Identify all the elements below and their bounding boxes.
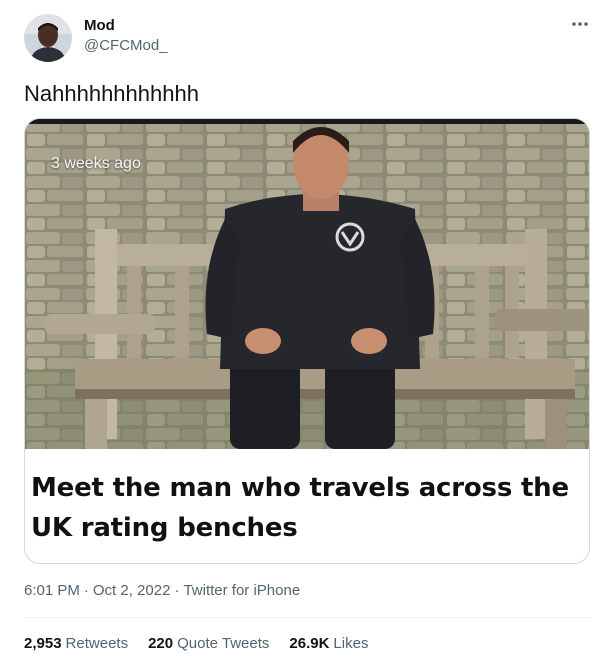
avatar-photo-icon <box>24 14 72 62</box>
tweet-source[interactable]: Twitter for iPhone <box>183 582 300 599</box>
media-card[interactable]: 3 weeks ago Meet the man who travels acr… <box>24 118 590 564</box>
tweet-date[interactable]: Oct 2, 2022 <box>93 582 171 599</box>
retweets-stat[interactable]: 2,953 Retweets <box>24 634 128 654</box>
quote-tweets-stat[interactable]: 220 Quote Tweets <box>148 634 269 654</box>
retweets-count: 2,953 <box>24 635 62 652</box>
meta-separator: · <box>83 582 89 599</box>
quote-tweets-label: Quote Tweets <box>177 635 270 652</box>
display-name[interactable]: Mod <box>84 17 168 35</box>
more-horizontal-icon <box>572 22 588 26</box>
likes-stat[interactable]: 26.9K Likes <box>289 634 368 654</box>
tweet-header: Mod @CFCMod_ <box>24 12 592 64</box>
likes-count: 26.9K <box>289 635 330 652</box>
author-names: Mod @CFCMod_ <box>84 17 168 55</box>
more-options-button[interactable] <box>568 12 592 36</box>
tweet-stats: 2,953 Retweets 220 Quote Tweets 26.9K Likes <box>24 634 368 654</box>
tweet-meta: 6:01 PM · Oct 2, 2022 · Twitter for iPhone <box>24 581 300 601</box>
avatar[interactable] <box>24 14 72 62</box>
quote-tweets-count: 220 <box>148 635 174 652</box>
tweet-time[interactable]: 6:01 PM <box>24 582 80 599</box>
likes-label: Likes <box>333 635 369 652</box>
meta-separator: · <box>174 582 180 599</box>
tweet-photo[interactable]: 3 weeks ago <box>25 119 589 449</box>
divider <box>24 617 592 618</box>
tweet-text: Nahhhhhhhhhhhh <box>24 81 199 106</box>
user-handle[interactable]: @CFCMod_ <box>84 37 168 55</box>
retweets-label: Retweets <box>65 635 129 652</box>
photo-overlay-timestamp: 3 weeks ago <box>51 155 141 172</box>
tweet: Mod @CFCMod_ Nahhhhhhhhhhhh 3 weeks ago … <box>0 0 610 658</box>
media-headline: Meet the man who travels across the UK r… <box>31 473 569 543</box>
